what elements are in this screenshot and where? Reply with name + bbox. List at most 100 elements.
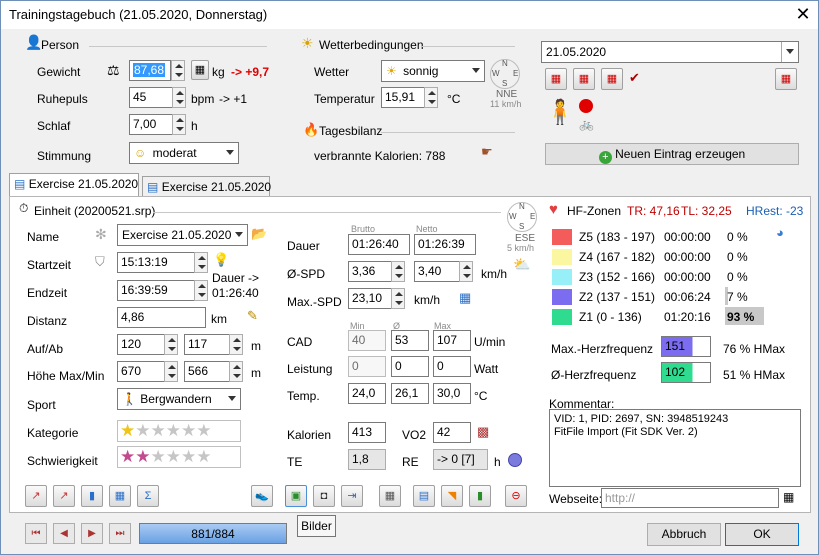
cad-min-input[interactable]: 40 — [348, 330, 386, 351]
chart-icon[interactable]: ▩ — [477, 424, 489, 440]
ok-button[interactable]: OK — [725, 523, 799, 546]
temp-avg-input[interactable]: 26,1 — [391, 383, 429, 404]
end-input[interactable]: 16:39:59 — [117, 280, 195, 301]
spd-unit: km/h — [481, 267, 508, 281]
date-select[interactable]: 21.05.2020 — [541, 41, 799, 63]
temp-input[interactable]: 15,91 — [381, 87, 425, 108]
cad-avg-input[interactable]: 53 — [391, 330, 429, 351]
duration-label: Dauer — [287, 239, 320, 253]
comment-textarea[interactable]: VID: 1, PID: 2697, SN: 3948519243 FitFil… — [549, 409, 801, 487]
category-rating[interactable]: ★★★★★★ — [117, 420, 241, 442]
zone-label: Z5 (183 - 197) — [579, 230, 656, 244]
hmin-input[interactable]: 566 — [184, 361, 230, 382]
graph-line-icon[interactable]: ↗ — [25, 485, 47, 507]
shoe-icon[interactable]: 👟 — [251, 485, 273, 507]
start-spinner[interactable] — [194, 252, 208, 273]
re-input[interactable]: -> 0 [7] — [433, 449, 488, 470]
avghr-input[interactable]: 102 — [661, 362, 711, 383]
tab-exercise-2[interactable]: ▤ Exercise 21.05.2020 — [142, 176, 271, 197]
pie-chart-icon[interactable]: ◕ — [776, 225, 784, 240]
mood-select[interactable]: ☺ moderat — [129, 142, 239, 164]
distance-input[interactable]: 4,86 — [117, 307, 206, 328]
chart-add-icon[interactable]: ▮ — [469, 485, 491, 507]
rss-icon[interactable]: ◥ — [441, 485, 463, 507]
pulse-input[interactable]: 45 — [129, 87, 174, 108]
clock-icon[interactable] — [508, 453, 522, 467]
pulse-spinner[interactable] — [172, 87, 186, 108]
duration-brutto-input[interactable]: 01:26:40 — [348, 234, 410, 255]
hmin-spinner[interactable] — [229, 361, 243, 382]
down-input[interactable]: 117 — [184, 334, 230, 355]
temp-max-input[interactable]: 30,0 — [433, 383, 471, 404]
cad-unit: U/min — [474, 335, 506, 349]
table-icon[interactable]: ▦ — [459, 290, 471, 306]
gear-icon[interactable]: ✻ — [95, 226, 107, 243]
edit-icon[interactable]: ✎ — [247, 308, 258, 324]
down-spinner[interactable] — [229, 334, 243, 355]
calculator2-icon[interactable]: ▦ — [379, 485, 401, 507]
hand-icon[interactable]: ☛ — [481, 144, 493, 160]
prev-icon[interactable]: ◀ — [53, 523, 75, 544]
sport-select[interactable]: 🚶 Bergwandern — [117, 388, 241, 410]
bar-chart-icon[interactable]: ▮ — [81, 485, 103, 507]
calendar-next-icon[interactable]: ▦ — [601, 68, 623, 90]
temp-spinner[interactable] — [424, 87, 438, 108]
up-input[interactable]: 120 — [117, 334, 165, 355]
power-min-input[interactable]: 0 — [348, 356, 386, 377]
calculator-icon[interactable]: ▦ — [191, 60, 209, 80]
spd-netto-spinner[interactable] — [459, 261, 473, 282]
graph-area-icon[interactable]: ↗ — [53, 485, 75, 507]
tab-exercise-1[interactable]: ▤ Exercise 21.05.2020 — [9, 173, 139, 196]
calendar-prev-icon[interactable]: ▦ — [545, 68, 567, 90]
up-spinner[interactable] — [164, 334, 178, 355]
lightbulb-icon[interactable]: 💡 — [213, 252, 229, 268]
hr-rest: HRest: -23 — [746, 204, 804, 218]
first-icon[interactable]: ⏮ — [25, 523, 47, 544]
scale-icon[interactable]: ⚖ — [107, 62, 120, 79]
end-spinner[interactable] — [194, 280, 208, 301]
summary-icon[interactable]: Σ — [137, 485, 159, 507]
hmax-input[interactable]: 670 — [117, 361, 165, 382]
duration-netto-input[interactable]: 01:26:39 — [414, 234, 476, 255]
spd-netto-input[interactable]: 3,40 — [414, 261, 460, 282]
export-icon[interactable]: ⇥ — [341, 485, 363, 507]
weather-select[interactable]: ☀ sonnig — [381, 60, 485, 82]
sleep-spinner[interactable] — [172, 114, 186, 135]
web-input[interactable]: http:// — [601, 488, 779, 508]
weight-input[interactable]: 87,68 — [129, 60, 171, 81]
temp-min-input[interactable]: 24,0 — [348, 383, 386, 404]
start-input[interactable]: 15:13:19 — [117, 252, 195, 273]
difficulty-rating[interactable]: ★★★★★★ — [117, 446, 241, 468]
qr-code-icon[interactable]: ▦ — [783, 490, 794, 504]
vo2-input[interactable]: 42 — [433, 422, 471, 443]
maxhr-input[interactable]: 151 — [661, 336, 711, 357]
smiley-icon: ☺ — [134, 146, 147, 160]
last-icon[interactable]: ⏭ — [109, 523, 131, 544]
tape-icon[interactable]: ◘ — [313, 485, 335, 507]
close-icon[interactable]: ✕ — [793, 3, 813, 25]
next-icon[interactable]: ▶ — [81, 523, 103, 544]
calendar-edit-icon[interactable]: ▦ — [775, 68, 797, 90]
sleep-input[interactable]: 7,00 — [129, 114, 174, 135]
power-avg-input[interactable]: 0 — [391, 356, 429, 377]
kcal-input[interactable]: 413 — [348, 422, 386, 443]
weight-spinner[interactable] — [171, 60, 185, 81]
folder-icon[interactable]: 📂 — [251, 226, 267, 242]
spd-brutto-input[interactable]: 3,36 — [348, 261, 392, 282]
cancel-button[interactable]: Abbruch — [647, 523, 721, 546]
document-icon[interactable]: ▤ — [413, 485, 435, 507]
te-input[interactable]: 1,8 — [348, 449, 386, 470]
maxspd-spinner[interactable] — [391, 288, 405, 309]
power-max-input[interactable]: 0 — [433, 356, 471, 377]
maxspd-input[interactable]: 23,10 — [348, 288, 392, 309]
spd-brutto-spinner[interactable] — [391, 261, 405, 282]
cad-max-input[interactable]: 107 — [433, 330, 471, 351]
calendar-today-icon[interactable]: ▦ — [573, 68, 595, 90]
delete-icon[interactable]: ⊖ — [505, 485, 527, 507]
images-icon[interactable]: ▣ — [285, 485, 307, 507]
table-view-icon[interactable]: ▦ — [109, 485, 131, 507]
name-select[interactable]: Exercise 21.05.2020 — [117, 224, 248, 246]
new-entry-button[interactable]: + Neuen Eintrag erzeugen — [545, 143, 799, 165]
hmax-spinner[interactable] — [164, 361, 178, 382]
start-label: Startzeit — [27, 258, 72, 272]
